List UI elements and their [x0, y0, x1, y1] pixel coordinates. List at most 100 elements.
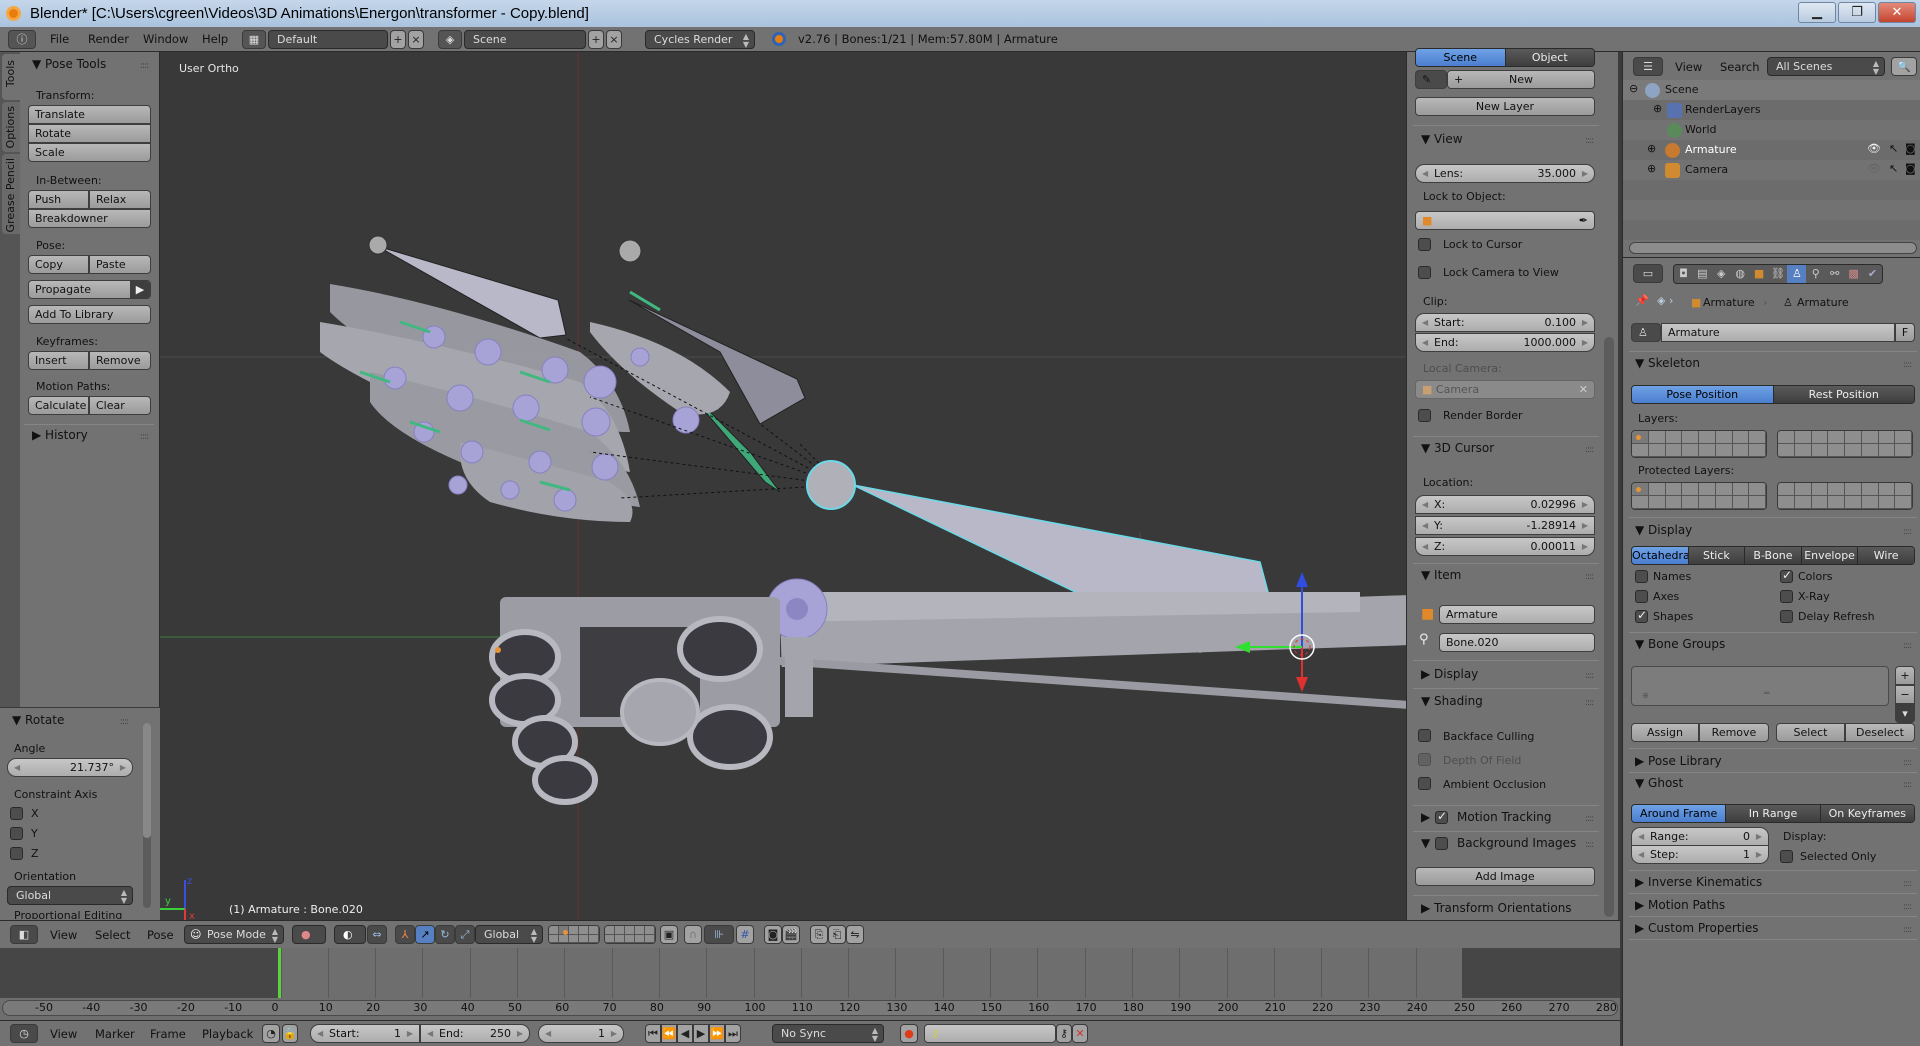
current-frame-field[interactable]: ◀ 1 ▶ — [538, 1024, 624, 1043]
start-frame-field[interactable]: ◀ Start: 1 ▶ — [310, 1024, 420, 1043]
tab-grease-pencil[interactable]: Grease Pencil — [2, 154, 20, 234]
eyedropper-icon[interactable]: ✒ — [1579, 212, 1588, 229]
timeline-menu-playback[interactable]: Playback — [202, 1027, 253, 1041]
panel-drag-handle[interactable]: :::: — [1903, 780, 1912, 790]
axes-checkbox[interactable] — [1635, 590, 1648, 603]
insert-keyframe-button[interactable]: Insert — [28, 351, 89, 370]
scrollbar-thumb[interactable] — [143, 723, 151, 838]
add-layout-button[interactable]: + — [390, 30, 406, 49]
world-tab-icon[interactable]: ◍ — [1731, 265, 1750, 283]
sync-mode-select[interactable]: No Sync ▲ ▼ — [772, 1024, 884, 1043]
cursor-z-field[interactable]: ◀ Z: 0.00011 ▶ — [1415, 537, 1595, 556]
tab-options[interactable]: Options — [2, 102, 20, 152]
bone-groups-list[interactable]: ⊕ ═ — [1631, 666, 1889, 706]
display-panel-header[interactable]: ▶ Display — [1421, 667, 1478, 681]
panel-drag-handle[interactable]: :::: — [1585, 445, 1594, 455]
panel-drag-handle[interactable]: :::: — [1903, 758, 1912, 768]
play-reverse-icon[interactable]: ◀ — [677, 1024, 693, 1043]
jump-keyframe-back-icon[interactable]: ⏪ — [661, 1024, 677, 1043]
viewport-shading-select[interactable]: ● — [292, 925, 326, 944]
outliner-editor-icon[interactable]: ☰ — [1633, 57, 1663, 76]
tab-tools[interactable]: Tools — [2, 54, 20, 100]
remove-from-group-button[interactable]: Remove — [1699, 723, 1769, 742]
view3d-menu-pose[interactable]: Pose — [147, 928, 174, 942]
pencil-datablock-icon[interactable]: ✎ — [1415, 70, 1447, 89]
renderable-camera-icon[interactable]: ◙ — [1905, 162, 1916, 175]
backface-culling-checkbox[interactable] — [1418, 729, 1431, 742]
proportional-edit-icon[interactable]: ∩ — [684, 925, 702, 944]
lock-time-cursor-icon[interactable]: 🔒 — [282, 1024, 298, 1043]
insert-keyframes-icon[interactable]: ⚷ — [1056, 1024, 1072, 1043]
timeline-menu-marker[interactable]: Marker — [95, 1027, 135, 1041]
ghost-panel-header[interactable]: ▼ Ghost — [1635, 776, 1683, 790]
armature-datablock-name[interactable]: Armature — [1661, 323, 1895, 342]
colors-checkbox[interactable] — [1780, 568, 1793, 583]
timeline[interactable]: -50 -40 -30 -20 -10 0 10 20 30 40 50 60 70 80 90 100 110… — [0, 948, 1620, 1020]
add-scene-button[interactable]: + — [588, 30, 604, 49]
scene-select[interactable]: Scene — [464, 30, 586, 49]
select-bone-group-button[interactable]: Select — [1776, 723, 1845, 742]
opengl-render-icon[interactable]: ◙ — [764, 925, 782, 944]
ik-panel-header[interactable]: ▶ Inverse Kinematics — [1635, 875, 1762, 889]
add-image-button[interactable]: Add Image — [1415, 867, 1595, 886]
bone-constraints-tab-icon[interactable]: ⚯ — [1825, 265, 1844, 283]
angle-field[interactable]: ◀ 21.737° ▶ — [7, 758, 133, 777]
ghost-range-field[interactable]: ◀ Range: 0 ▶ — [1631, 827, 1769, 846]
scene-canvas[interactable]: z y x — [160, 52, 1406, 920]
object-name-field[interactable]: Armature — [1439, 605, 1595, 624]
shading-panel-header[interactable]: ▼ Shading — [1421, 694, 1483, 708]
timeline-scrubber[interactable]: -50 -40 -30 -20 -10 0 10 20 30 40 50 60 70 80 90 100 110… — [2, 1000, 1618, 1016]
new-gp-button[interactable]: + New — [1447, 70, 1595, 89]
keying-set-field[interactable]: ⚷ — [924, 1024, 1056, 1043]
pose-library-panel-header[interactable]: ▶ Pose Library — [1635, 754, 1722, 768]
bone-group-menu-button[interactable]: ▾ — [1895, 704, 1915, 723]
delete-scene-button[interactable]: × — [606, 30, 622, 49]
propagate-menu-arrow-icon[interactable]: ▶ — [130, 281, 150, 298]
transform-orientations-panel-header[interactable]: ▶ Transform Orientations — [1421, 901, 1572, 915]
properties-editor-icon[interactable]: ▭ — [1633, 264, 1663, 283]
delete-layout-button[interactable]: × — [408, 30, 424, 49]
menu-help[interactable]: Help — [202, 32, 228, 46]
panel-drag-handle[interactable]: :::: — [1903, 641, 1912, 651]
pose-tools-panel-header[interactable]: ▼ Pose Tools — [32, 57, 106, 71]
lock-object-field[interactable]: ■ ✒ — [1415, 211, 1595, 230]
view3d-menu-view[interactable]: View — [50, 928, 77, 942]
selected-only-checkbox[interactable] — [1780, 850, 1793, 863]
layout-select[interactable]: Default — [268, 30, 388, 49]
view3d-menu-select[interactable]: Select — [95, 928, 130, 942]
ghost-in-range[interactable]: In Range — [1725, 805, 1820, 822]
render-engine-select[interactable]: Cycles Render ▲ ▼ — [645, 30, 755, 49]
armature-layers-grid-a[interactable] — [1631, 430, 1767, 458]
delete-keyframes-icon[interactable]: ✕ — [1072, 1024, 1088, 1043]
breakdowner-button[interactable]: Breakdowner — [28, 209, 151, 228]
constraint-z-checkbox[interactable] — [10, 847, 23, 860]
outliner-row-renderlayers[interactable]: ⊕ RenderLayers — [1623, 100, 1920, 120]
relax-button[interactable]: Relax — [89, 190, 151, 209]
end-frame-field[interactable]: ◀ End: 250 ▶ — [420, 1024, 530, 1043]
panel-drag-handle[interactable]: :::: — [1585, 814, 1594, 824]
outliner-row-armature[interactable]: ⊕ Armature 👁 ↖ ◙ — [1623, 140, 1920, 160]
fake-user-button[interactable]: F — [1895, 323, 1915, 342]
render-border-checkbox[interactable] — [1418, 409, 1431, 422]
scale-button[interactable]: Scale — [28, 143, 151, 162]
3d-view-editor-icon[interactable]: ◧ — [10, 925, 38, 944]
add-to-library-button[interactable]: Add To Library — [28, 305, 151, 324]
panel-drag-handle[interactable]: :::: — [1903, 925, 1912, 935]
selectable-cursor-icon[interactable]: ↖ — [1889, 162, 1898, 175]
motion-tracking-panel-header[interactable]: ▶ — [1421, 810, 1430, 824]
operator-scrollbar[interactable] — [143, 723, 151, 908]
armature-data-tab-icon[interactable]: ♙ — [1787, 265, 1807, 283]
timeline-editor-icon[interactable]: ◷ — [10, 1024, 38, 1043]
expand-icon[interactable]: ⊕ — [1653, 102, 1662, 115]
jump-end-icon[interactable]: ⏭ — [725, 1024, 741, 1043]
custom-properties-panel-header[interactable]: ▶ Custom Properties — [1635, 921, 1758, 935]
constraint-x-checkbox[interactable] — [10, 807, 23, 820]
shapes-checkbox[interactable] — [1635, 608, 1648, 623]
scene-layers-a[interactable] — [548, 925, 600, 944]
copy-pose-icon[interactable]: ⎘ — [810, 925, 828, 944]
physics-tab-icon[interactable]: ✔ — [1863, 265, 1882, 283]
display-mode-octahedral[interactable]: Octahedral — [1632, 547, 1688, 564]
npanel-scrollbar[interactable] — [1604, 337, 1614, 917]
propagate-button[interactable]: Propagate ▶ — [28, 280, 151, 299]
visibility-eye-icon[interactable]: 👁 — [1867, 142, 1881, 155]
